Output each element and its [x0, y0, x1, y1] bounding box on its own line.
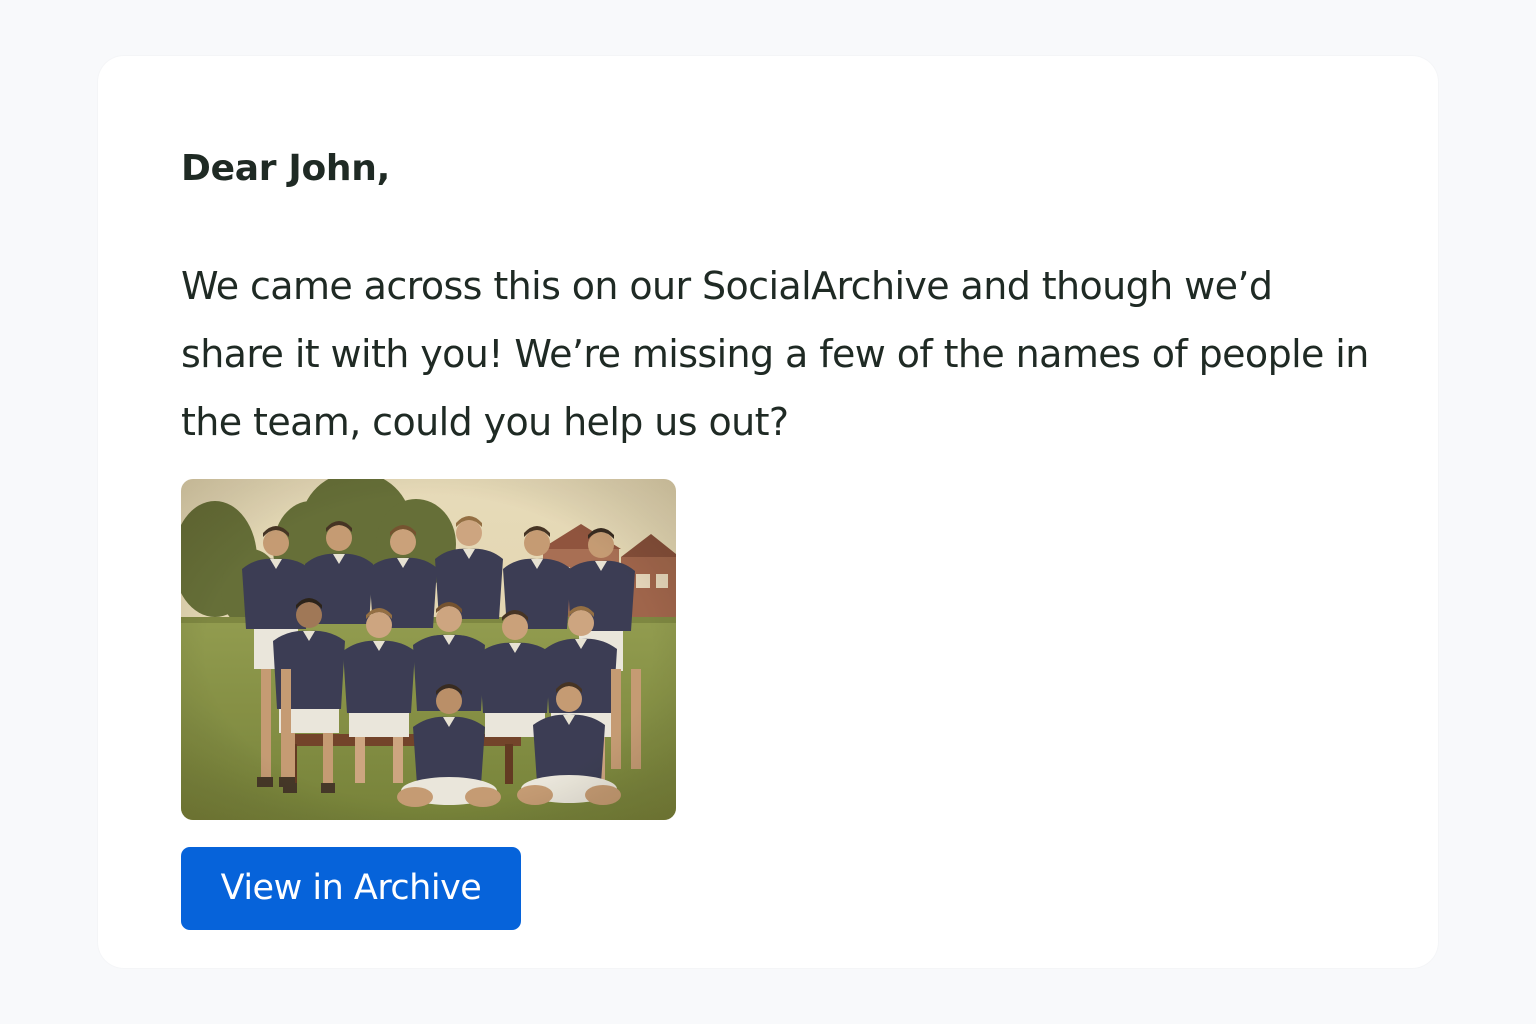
view-in-archive-button[interactable]: View in Archive — [181, 847, 521, 930]
email-card: Dear John, We came across this on our So… — [98, 56, 1438, 968]
team-photo[interactable] — [181, 479, 676, 820]
team-photo-illustration — [181, 479, 676, 820]
email-body: We came across this on our SocialArchive… — [181, 264, 1369, 444]
email-greeting: Dear John, — [181, 148, 390, 189]
